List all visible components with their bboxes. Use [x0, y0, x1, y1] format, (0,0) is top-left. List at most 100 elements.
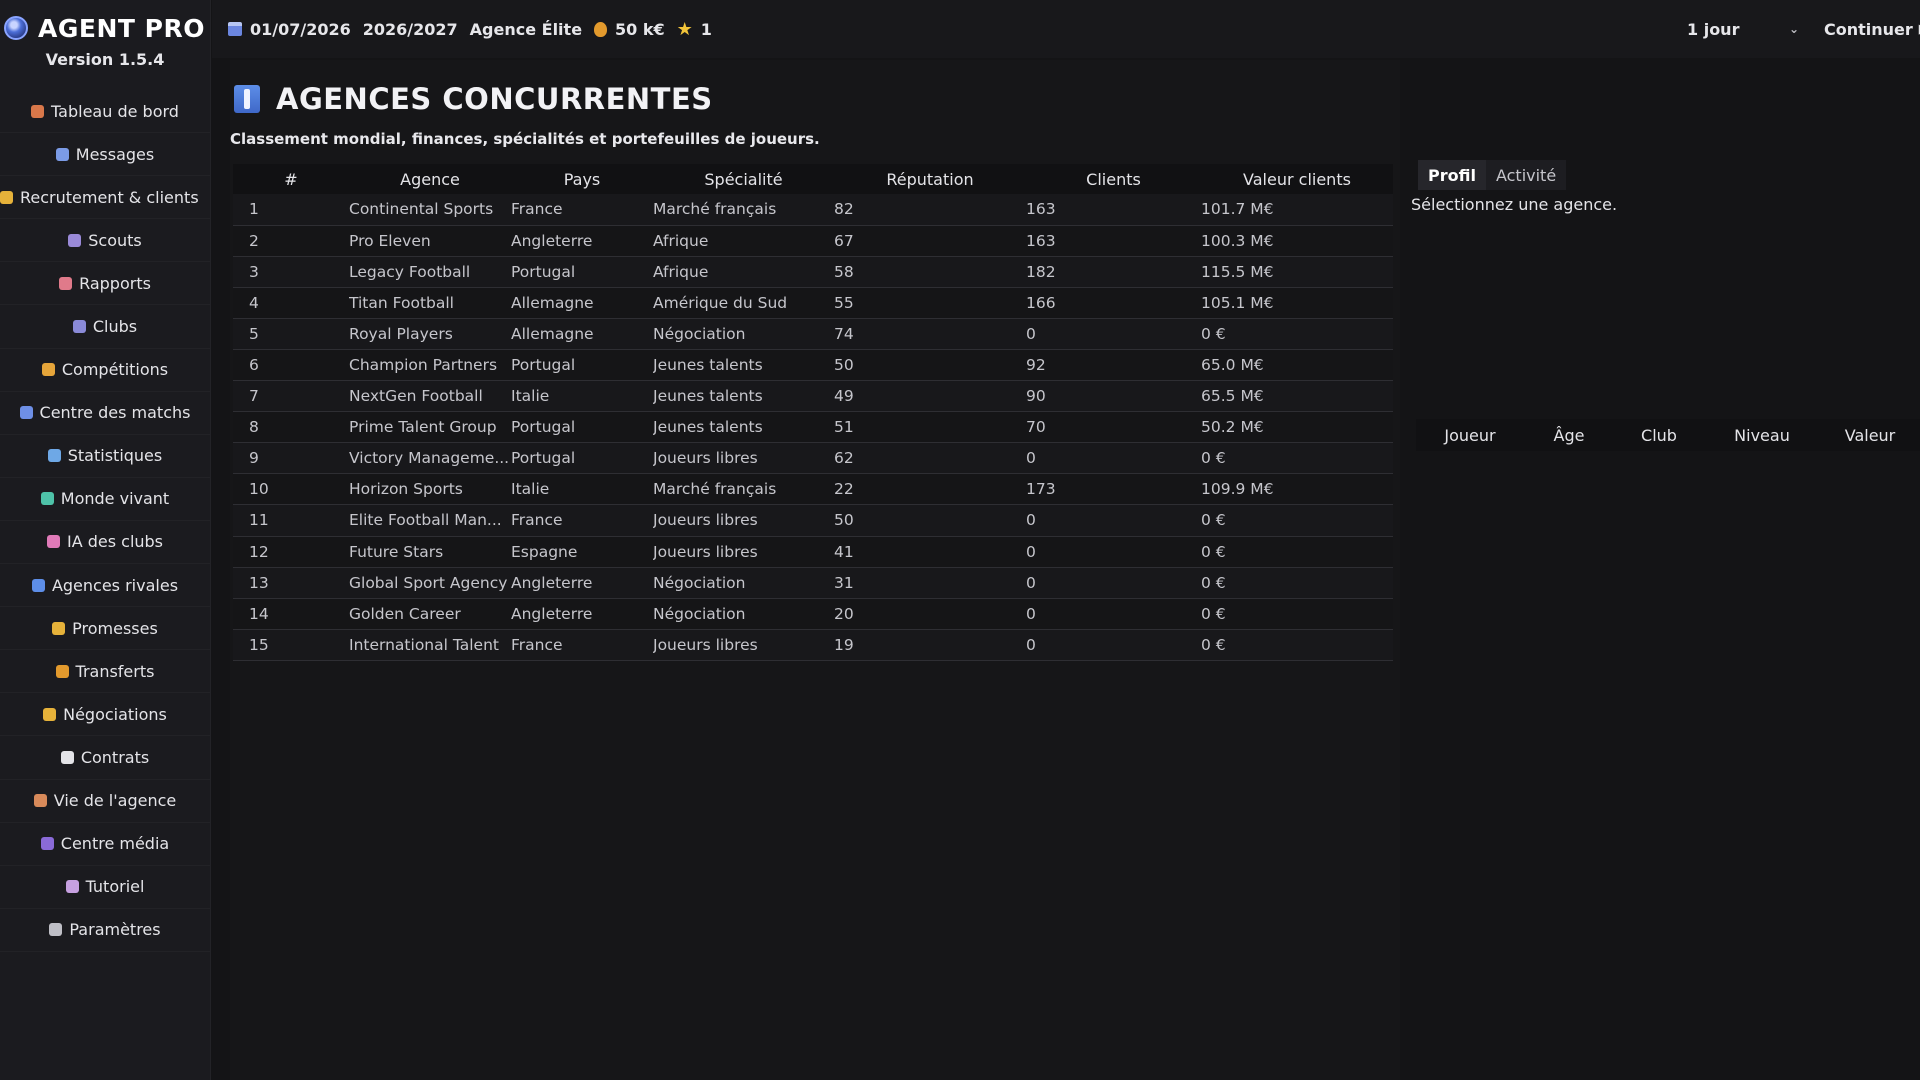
sidebar-item-11[interactable]: Agences rivales	[0, 564, 210, 608]
sidebar-item-17[interactable]: Centre média	[0, 823, 210, 866]
cell-country: Angleterre	[511, 225, 653, 257]
col-header-age[interactable]: Âge	[1524, 426, 1614, 445]
col-header-club[interactable]: Club	[1614, 426, 1704, 445]
brain-icon	[46, 535, 60, 549]
col-header-reputation[interactable]: Réputation	[834, 164, 1026, 194]
continue-button[interactable]: Continuer ▶	[1824, 12, 1920, 46]
cell-reputation: 19	[834, 629, 1026, 661]
cell-reputation: 67	[834, 225, 1026, 257]
sidebar-item-10[interactable]: IA des clubs	[0, 521, 210, 565]
current-date: 01/07/2026	[250, 19, 351, 39]
col-header-player[interactable]: Joueur	[1416, 426, 1524, 445]
col-header-country[interactable]: Pays	[511, 164, 653, 194]
sidebar-item-13[interactable]: Transferts	[0, 650, 210, 694]
scout-icon	[68, 233, 82, 247]
cell-client-value: 0 €	[1201, 318, 1393, 350]
col-header-level[interactable]: Niveau	[1704, 426, 1820, 445]
sidebar-item-3[interactable]: Scouts	[0, 219, 210, 263]
table-row[interactable]: 2 Pro Eleven Angleterre Afrique 67 163 100.3 M…	[233, 225, 1393, 257]
sidebar-nav: Tableau de bord Messages Recrutement & cli…	[0, 90, 210, 952]
col-header-agency[interactable]: Agence	[349, 164, 511, 194]
cell-reputation: 50	[834, 349, 1026, 382]
sidebar-item-18[interactable]: Tutoriel	[0, 866, 210, 909]
cell-client-value: 0 €	[1201, 536, 1393, 568]
panel-tabs: Profil Activité	[1418, 160, 1567, 190]
col-header-value[interactable]: Valeur	[1820, 426, 1920, 445]
table-row[interactable]: 4 Titan Football Allemagne Amérique du Sud 5…	[233, 287, 1393, 319]
sidebar-item-12[interactable]: Promesses	[0, 607, 210, 651]
report-icon	[59, 276, 73, 290]
cell-country: Italie	[511, 473, 653, 506]
globe-logo-icon	[4, 16, 28, 40]
cell-country: Portugal	[511, 349, 653, 382]
document-icon	[60, 750, 74, 764]
cell-rank: 8	[233, 411, 349, 444]
sidebar-item-1[interactable]: Messages	[0, 133, 210, 177]
chart-icon	[47, 449, 61, 463]
sidebar-item-16[interactable]: Vie de l'agence	[0, 780, 210, 823]
table-row[interactable]: 10 Horizon Sports Italie Marché français 22 1…	[233, 473, 1393, 506]
col-header-clients[interactable]: Clients	[1026, 164, 1201, 194]
sidebar-item-label: Contrats	[80, 747, 150, 767]
cell-clients: 0	[1026, 318, 1201, 350]
cell-agency: NextGen Football	[349, 380, 511, 413]
main-content: AGENCES CONCURRENTES Classement mondial,…	[230, 60, 1400, 1080]
cell-rank: 7	[233, 380, 349, 413]
sidebar-item-6[interactable]: Compétitions	[0, 349, 210, 392]
cell-specialty: Jeunes talents	[653, 380, 834, 413]
sidebar-item-0[interactable]: Tableau de bord	[0, 90, 210, 134]
col-header-client-value[interactable]: Valeur clients	[1201, 164, 1393, 194]
cell-specialty: Négociation	[653, 598, 834, 630]
sidebar-item-label: Transferts	[75, 661, 155, 681]
cell-agency: Pro Eleven	[349, 225, 511, 257]
cell-rank: 6	[233, 349, 349, 382]
ball-icon	[19, 406, 33, 420]
speed-select[interactable]: 1 jour ⌄	[1677, 12, 1807, 46]
sidebar-item-5[interactable]: Clubs	[0, 305, 210, 349]
tab-profile[interactable]: Profil	[1418, 160, 1486, 190]
sidebar-item-2[interactable]: Recrutement & clients	[0, 176, 210, 220]
table-row[interactable]: 8 Prime Talent Group Portugal Jeunes talent…	[233, 411, 1393, 444]
sidebar-item-label: IA des clubs	[66, 532, 164, 552]
app-title: AGENT PRO	[38, 13, 205, 43]
col-header-rank[interactable]: #	[233, 164, 349, 194]
players-table-header: Joueur Âge Club Niveau Valeur	[1416, 419, 1920, 451]
sidebar-item-8[interactable]: Statistiques	[0, 435, 210, 478]
page-title: AGENCES CONCURRENTES	[276, 82, 713, 116]
cell-clients: 70	[1026, 411, 1201, 444]
cell-agency: Titan Football	[349, 287, 511, 319]
page-header: AGENCES CONCURRENTES	[234, 82, 713, 116]
table-row[interactable]: 3 Legacy Football Portugal Afrique 58 182 115.…	[233, 256, 1393, 288]
table-row[interactable]: 6 Champion Partners Portugal Jeunes talents…	[233, 349, 1393, 382]
cell-specialty: Joueurs libres	[653, 442, 834, 475]
table-row[interactable]: 5 Royal Players Allemagne Négociation 74 0 0 €	[233, 318, 1393, 350]
sidebar-item-7[interactable]: Centre des matchs	[0, 392, 210, 435]
cell-specialty: Marché français	[653, 194, 834, 226]
cell-client-value: 0 €	[1201, 442, 1393, 475]
cell-agency: Victory Manageme...	[349, 442, 511, 475]
table-row[interactable]: 14 Golden Career Angleterre Négociation 20 0 0…	[233, 598, 1393, 630]
cell-country: Allemagne	[511, 287, 653, 319]
table-row[interactable]: 12 Future Stars Espagne Joueurs libres 41 0 0 …	[233, 536, 1393, 568]
tab-activity[interactable]: Activité	[1485, 160, 1567, 190]
cell-country: Portugal	[511, 442, 653, 475]
sidebar-item-9[interactable]: Monde vivant	[0, 478, 210, 521]
cell-reputation: 58	[834, 256, 1026, 288]
table-row[interactable]: 15 International Talent France Joueurs libr…	[233, 629, 1393, 661]
cell-rank: 1	[233, 194, 349, 226]
sidebar-item-15[interactable]: Contrats	[0, 736, 210, 780]
app-version: Version 1.5.4	[45, 50, 165, 69]
col-header-specialty[interactable]: Spécialité	[653, 164, 834, 194]
table-row[interactable]: 7 NextGen Football Italie Jeunes talents 49 9…	[233, 380, 1393, 413]
table-row[interactable]: 9 Victory Manageme... Portugal Joueurs libr…	[233, 442, 1393, 475]
sidebar-item-19[interactable]: Paramètres	[0, 909, 210, 952]
sidebar-item-label: Promesses	[72, 618, 158, 638]
sidebar-item-14[interactable]: Négociations	[0, 693, 210, 737]
promise-icon	[52, 621, 66, 635]
cell-clients: 92	[1026, 349, 1201, 382]
table-row[interactable]: 13 Global Sport Agency Angleterre Négociati…	[233, 567, 1393, 599]
sidebar-item-label: Scouts	[88, 230, 142, 250]
sidebar-item-4[interactable]: Rapports	[0, 262, 210, 306]
table-row[interactable]: 1 Continental Sports France Marché français…	[233, 194, 1393, 226]
table-row[interactable]: 11 Elite Football Man... France Joueurs lib…	[233, 504, 1393, 537]
